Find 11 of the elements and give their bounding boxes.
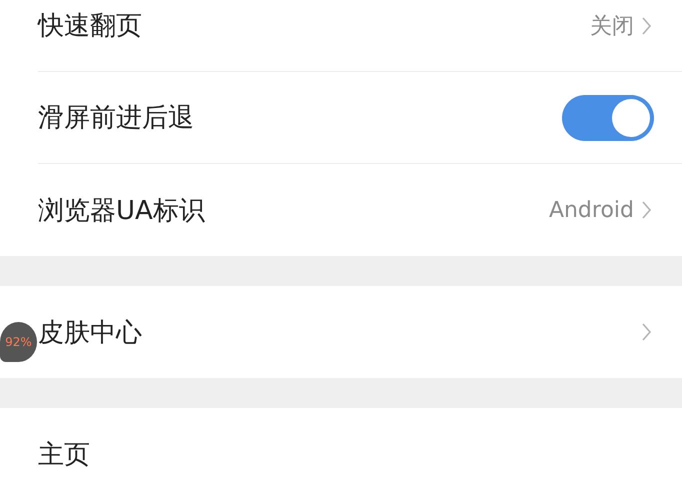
setting-label: 浏览器UA标识 [38, 194, 205, 228]
setting-label: 主页 [38, 438, 90, 472]
chevron-icon [642, 200, 652, 220]
setting-value[interactable]: Android [548, 198, 652, 222]
setting-label: 快速翻页 [38, 10, 142, 43]
chevron-icon [642, 16, 652, 36]
toggle-switch[interactable] [562, 94, 654, 140]
setting-label: 滑屏前进后退 [38, 102, 194, 135]
setting-value[interactable]: 关闭 [590, 10, 652, 40]
chevron-icon[interactable] [642, 322, 652, 342]
setting-label: 皮肤中心 [38, 316, 142, 350]
